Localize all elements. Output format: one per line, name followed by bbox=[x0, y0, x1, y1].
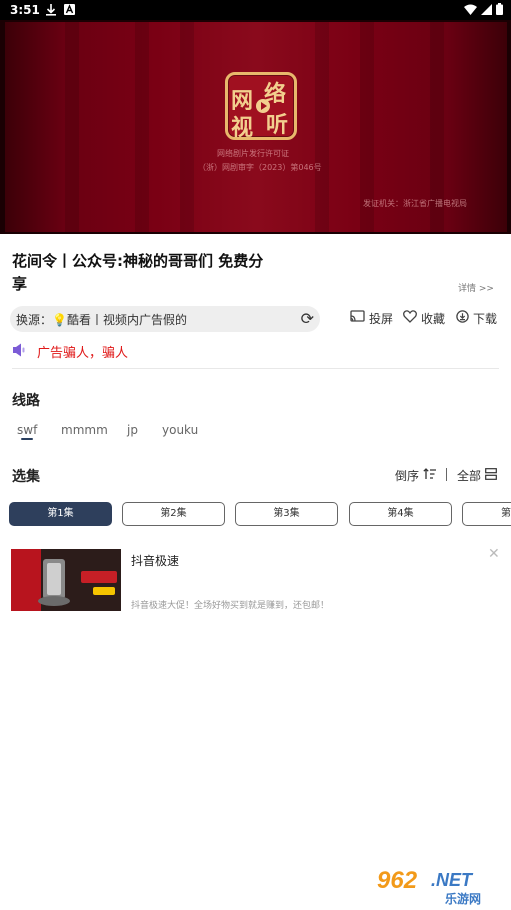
ad-title[interactable]: 抖音极速 bbox=[131, 552, 179, 569]
wifi-icon bbox=[464, 4, 477, 18]
seal-char: 视 bbox=[231, 115, 254, 141]
ad-image[interactable] bbox=[11, 549, 121, 611]
download-button[interactable]: 下载 bbox=[456, 310, 497, 327]
speaker-icon bbox=[12, 342, 26, 357]
download-circle-icon bbox=[456, 310, 469, 327]
route-tab-swf[interactable]: swf bbox=[17, 423, 37, 437]
heart-icon bbox=[403, 310, 417, 327]
ad-description: 抖音极速大促！全场好物买到就是赚到，还包邮！ bbox=[131, 601, 330, 611]
player-screen: 网 络 视 听 网络剧片发行许可证 （浙）网剧审字（2023）第046号 发证机… bbox=[5, 22, 507, 232]
status-time: 3:51 bbox=[10, 3, 40, 17]
warning-notice: 广告骗人，骗人 bbox=[37, 346, 129, 361]
divider bbox=[12, 368, 499, 369]
play-icon bbox=[256, 99, 270, 113]
network-av-logo: 网 络 视 听 bbox=[225, 72, 297, 141]
site-watermark: 962 .NET 乐游网 bbox=[373, 862, 507, 906]
refresh-icon[interactable]: ⟳ bbox=[301, 310, 314, 328]
route-tab-youku[interactable]: youku bbox=[162, 423, 198, 437]
cast-icon bbox=[350, 310, 365, 327]
source-label: 换源：💡酷看丨视频内广告假的 bbox=[16, 313, 187, 327]
episode-button-1[interactable]: 第1集 bbox=[9, 502, 112, 526]
favorite-button[interactable]: 收藏 bbox=[403, 310, 445, 327]
sort-icon bbox=[423, 468, 437, 483]
close-icon[interactable]: ✕ bbox=[488, 546, 500, 562]
episode-label: 第5集 bbox=[501, 508, 511, 519]
video-player[interactable]: 网 络 视 听 网络剧片发行许可证 （浙）网剧审字（2023）第046号 发证机… bbox=[0, 20, 511, 234]
episode-button-5[interactable]: 第5集 bbox=[462, 502, 511, 526]
battery-icon bbox=[496, 3, 503, 18]
download-label: 下载 bbox=[473, 312, 498, 326]
download-icon bbox=[46, 4, 56, 19]
seal-char: 听 bbox=[266, 112, 289, 138]
signal-icon bbox=[481, 3, 492, 18]
video-title: 花间令丨公众号:神秘的哥哥们 免费分享 bbox=[12, 252, 264, 293]
episode-button-3[interactable]: 第3集 bbox=[235, 502, 338, 526]
details-link[interactable]: 详情 >> bbox=[458, 281, 494, 294]
app-a-icon bbox=[64, 4, 75, 18]
status-bar: 3:51 bbox=[0, 0, 511, 20]
episode-button-2[interactable]: 第2集 bbox=[122, 502, 225, 526]
episode-button-4[interactable]: 第4集 bbox=[349, 502, 452, 526]
controls-separator bbox=[446, 468, 447, 481]
sort-order-label: 倒序 bbox=[395, 469, 420, 483]
svg-text:.NET: .NET bbox=[431, 870, 474, 890]
status-icons bbox=[464, 3, 503, 18]
license-line-1: 网络剧片发行许可证 bbox=[217, 149, 289, 158]
svg-text:962: 962 bbox=[377, 867, 418, 894]
episodes-title: 选集 bbox=[12, 469, 40, 485]
cast-label: 投屏 bbox=[369, 312, 394, 326]
license-line-2: （浙）网剧审字（2023）第046号 bbox=[198, 163, 322, 172]
route-tab-jp[interactable]: jp bbox=[127, 423, 138, 437]
cast-button[interactable]: 投屏 bbox=[350, 310, 393, 327]
favorite-label: 收藏 bbox=[421, 312, 446, 326]
sort-order-button[interactable]: 倒序 bbox=[395, 467, 437, 484]
all-episodes-label: 全部 bbox=[457, 469, 482, 483]
grid-icon bbox=[485, 468, 497, 483]
all-episodes-button[interactable]: 全部 bbox=[457, 467, 497, 484]
active-route-indicator bbox=[21, 438, 33, 440]
svg-text:乐游网: 乐游网 bbox=[445, 891, 481, 906]
route-tab-mmmm[interactable]: mmmm bbox=[61, 423, 108, 437]
routes-title: 线路 bbox=[12, 393, 40, 409]
license-issuer: 发证机关：浙江省广播电视局 bbox=[363, 199, 467, 208]
source-switcher[interactable]: 换源：💡酷看丨视频内广告假的 ⟳ bbox=[10, 306, 320, 332]
